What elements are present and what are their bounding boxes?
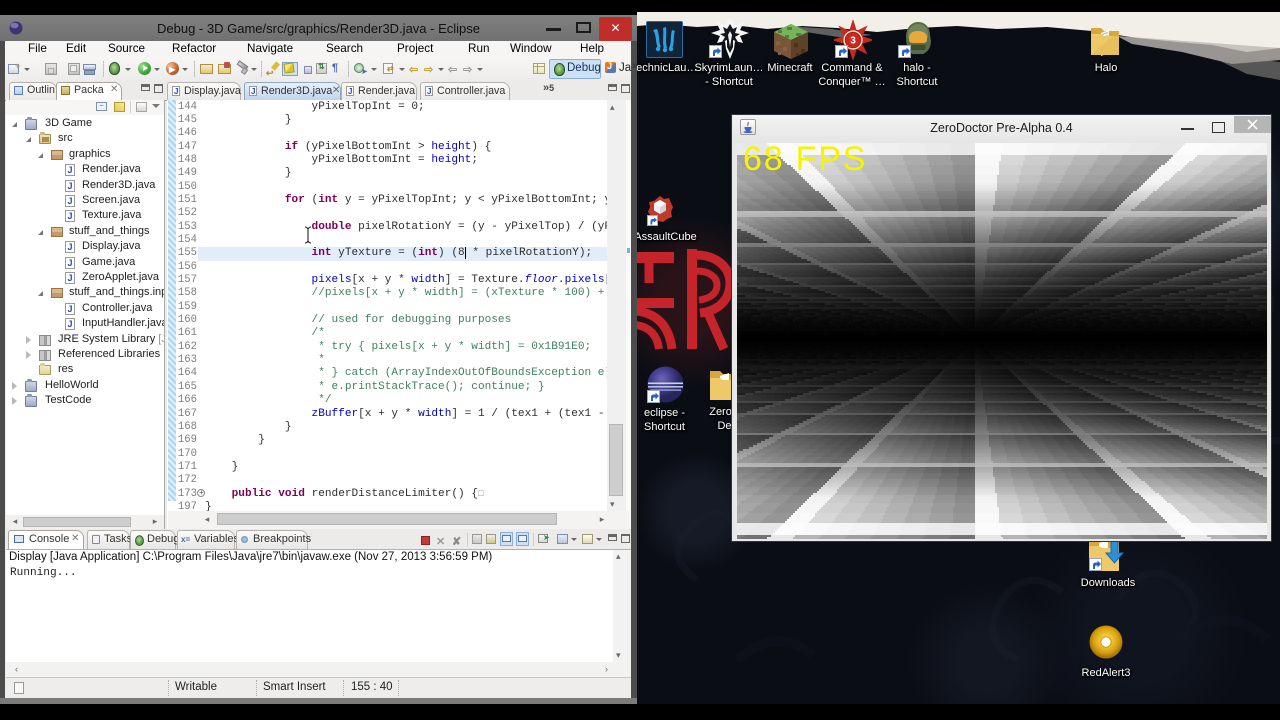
svg-text:3: 3: [850, 36, 856, 47]
